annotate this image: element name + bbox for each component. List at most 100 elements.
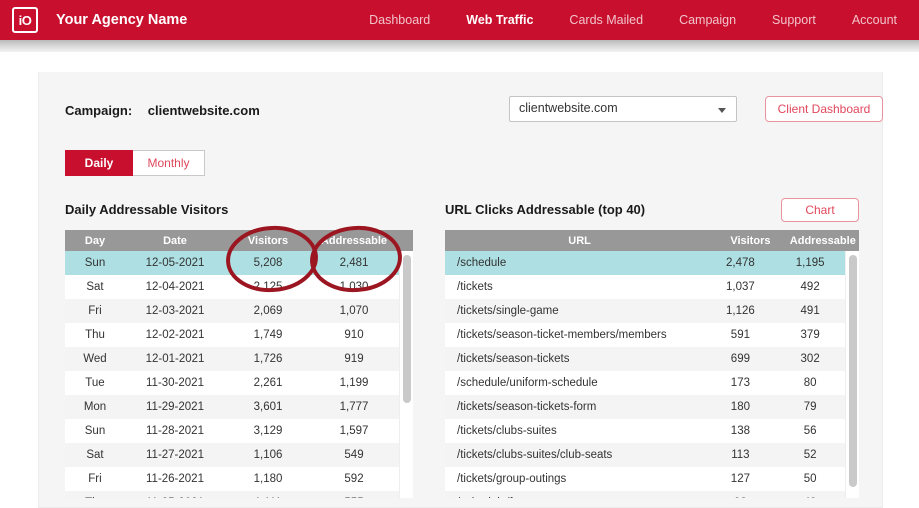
cell-day: Fri <box>65 473 125 485</box>
column-header-date[interactable]: Date <box>125 235 225 247</box>
table-body: /schedule2,4781,195/tickets1,037492/tick… <box>445 251 845 498</box>
cell-addressable: 379 <box>775 329 845 341</box>
table-row[interactable]: /tickets/season-tickets-form18079 <box>445 395 845 419</box>
cell-day: Thu <box>65 329 125 341</box>
nav-item-dashboard[interactable]: Dashboard <box>369 13 430 27</box>
period-toggle: Daily Monthly <box>65 150 205 176</box>
column-header-day[interactable]: Day <box>65 235 125 247</box>
left-panel: Daily Addressable Visitors Day Date Visi… <box>65 202 413 502</box>
table-row[interactable]: Tue11-30-20212,2611,199 <box>65 371 399 395</box>
table-row[interactable]: Sat11-27-20211,106549 <box>65 443 399 467</box>
cell-addressable: 2,481 <box>311 257 397 269</box>
nav-item-campaign[interactable]: Campaign <box>679 13 736 27</box>
table-row[interactable]: /tickets1,037492 <box>445 275 845 299</box>
table-row[interactable]: Sat12-04-20212,1251,030 <box>65 275 399 299</box>
cell-visitors: 98 <box>706 497 776 498</box>
table-row[interactable]: Thu12-02-20211,749910 <box>65 323 399 347</box>
cell-addressable: 52 <box>775 449 845 461</box>
cell-addressable: 592 <box>311 473 397 485</box>
cell-date: 11-29-2021 <box>125 401 225 413</box>
cell-addressable: 79 <box>775 401 845 413</box>
table-body: Sun12-05-20215,2082,481Sat12-04-20212,12… <box>65 251 399 498</box>
cell-visitors: 699 <box>706 353 776 365</box>
cell-date: 11-28-2021 <box>125 425 225 437</box>
cell-visitors: 173 <box>706 377 776 389</box>
table-row[interactable]: /tickets/season-ticket-members/members59… <box>445 323 845 347</box>
left-table-scrollbar[interactable] <box>399 251 413 498</box>
cell-visitors: 138 <box>706 425 776 437</box>
nav-items: Dashboard Web Traffic Cards Mailed Campa… <box>369 13 919 27</box>
chart-button[interactable]: Chart <box>781 198 859 222</box>
table-row[interactable]: Thu11-25-20211,111555 <box>65 491 399 498</box>
toggle-daily[interactable]: Daily <box>65 150 133 176</box>
cell-date: 11-30-2021 <box>125 377 225 389</box>
toggle-monthly[interactable]: Monthly <box>133 150 205 176</box>
table-row[interactable]: /schedule/future-opponents9849 <box>445 491 845 498</box>
cell-url: /schedule <box>445 257 706 269</box>
cell-day: Sat <box>65 281 125 293</box>
column-header-visitors[interactable]: Visitors <box>225 235 311 247</box>
table-row[interactable]: Sun12-05-20215,2082,481 <box>65 251 399 275</box>
table-row[interactable]: /tickets/group-outings12750 <box>445 467 845 491</box>
table-row[interactable]: Fri12-03-20212,0691,070 <box>65 299 399 323</box>
cell-visitors: 180 <box>706 401 776 413</box>
nav-item-web-traffic[interactable]: Web Traffic <box>466 13 533 27</box>
column-header-url[interactable]: URL <box>445 235 714 247</box>
table-row[interactable]: /tickets/clubs-suites/club-seats11352 <box>445 443 845 467</box>
cell-url: /tickets/season-ticket-members/members <box>445 329 706 341</box>
cell-day: Tue <box>65 377 125 389</box>
column-header-addressable[interactable]: Addressable <box>787 235 859 247</box>
site-select[interactable]: clientwebsite.com <box>509 96 737 122</box>
top-navbar: iO Your Agency Name Dashboard Web Traffi… <box>0 0 919 40</box>
cell-day: Sun <box>65 425 125 437</box>
table-row[interactable]: Fri11-26-20211,180592 <box>65 467 399 491</box>
table-row[interactable]: Sun11-28-20213,1291,597 <box>65 419 399 443</box>
cell-day: Mon <box>65 401 125 413</box>
content-card: Campaign: clientwebsite.com clientwebsit… <box>38 72 883 508</box>
cell-addressable: 49 <box>775 497 845 498</box>
table-row[interactable]: /schedule/uniform-schedule17380 <box>445 371 845 395</box>
cell-addressable: 302 <box>775 353 845 365</box>
cell-visitors: 1,126 <box>706 305 776 317</box>
cell-visitors: 3,601 <box>225 401 311 413</box>
cell-url: /schedule/uniform-schedule <box>445 377 706 389</box>
cell-url: /schedule/future-opponents <box>445 497 706 498</box>
scrollbar-thumb[interactable] <box>849 255 857 487</box>
cell-day: Sat <box>65 449 125 461</box>
client-dashboard-button[interactable]: Client Dashboard <box>765 96 883 122</box>
table-row[interactable]: /tickets/season-tickets699302 <box>445 347 845 371</box>
cell-addressable: 56 <box>775 425 845 437</box>
cell-visitors: 2,261 <box>225 377 311 389</box>
brand-title: Your Agency Name <box>56 12 187 28</box>
cell-visitors: 1,111 <box>225 497 311 498</box>
nav-item-cards-mailed[interactable]: Cards Mailed <box>569 13 643 27</box>
nav-item-account[interactable]: Account <box>852 13 897 27</box>
right-panel-title: URL Clicks Addressable (top 40) <box>445 202 645 217</box>
cell-visitors: 3,129 <box>225 425 311 437</box>
scrollbar-thumb[interactable] <box>403 255 411 403</box>
nav-item-support[interactable]: Support <box>772 13 816 27</box>
cell-addressable: 80 <box>775 377 845 389</box>
campaign-value: clientwebsite.com <box>148 103 260 118</box>
cell-day: Sun <box>65 257 125 269</box>
cell-date: 11-25-2021 <box>125 497 225 498</box>
cell-addressable: 1,199 <box>311 377 397 389</box>
cell-url: /tickets/single-game <box>445 305 706 317</box>
cell-visitors: 1,180 <box>225 473 311 485</box>
io-logo-icon[interactable]: iO <box>12 7 38 33</box>
cell-visitors: 2,069 <box>225 305 311 317</box>
table-row[interactable]: Wed12-01-20211,726919 <box>65 347 399 371</box>
table-row[interactable]: /tickets/single-game1,126491 <box>445 299 845 323</box>
column-header-addressable[interactable]: Addressable <box>311 235 397 247</box>
campaign-label: Campaign: <box>65 103 132 118</box>
table-row[interactable]: Mon11-29-20213,6011,777 <box>65 395 399 419</box>
cell-addressable: 1,195 <box>775 257 845 269</box>
column-header-visitors[interactable]: Visitors <box>714 235 786 247</box>
right-table-scrollbar[interactable] <box>845 251 859 498</box>
cell-addressable: 50 <box>775 473 845 485</box>
chevron-down-icon <box>718 108 726 113</box>
cell-visitors: 2,125 <box>225 281 311 293</box>
table-row[interactable]: /schedule2,4781,195 <box>445 251 845 275</box>
cell-addressable: 1,597 <box>311 425 397 437</box>
table-row[interactable]: /tickets/clubs-suites13856 <box>445 419 845 443</box>
